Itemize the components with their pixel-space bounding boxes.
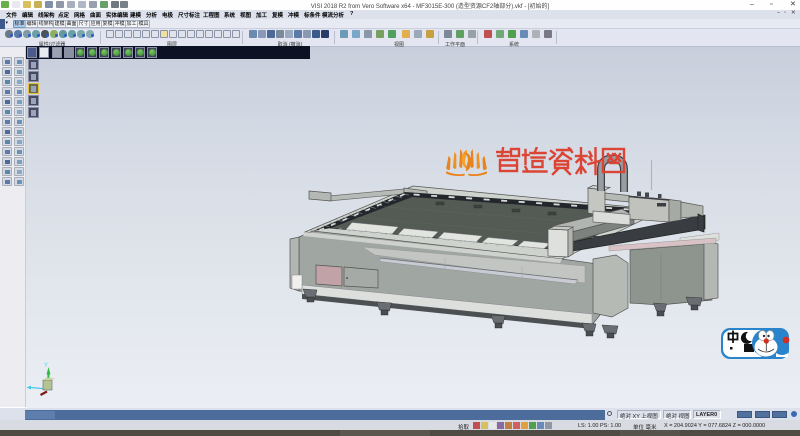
svg-text:Y: Y	[44, 363, 48, 369]
